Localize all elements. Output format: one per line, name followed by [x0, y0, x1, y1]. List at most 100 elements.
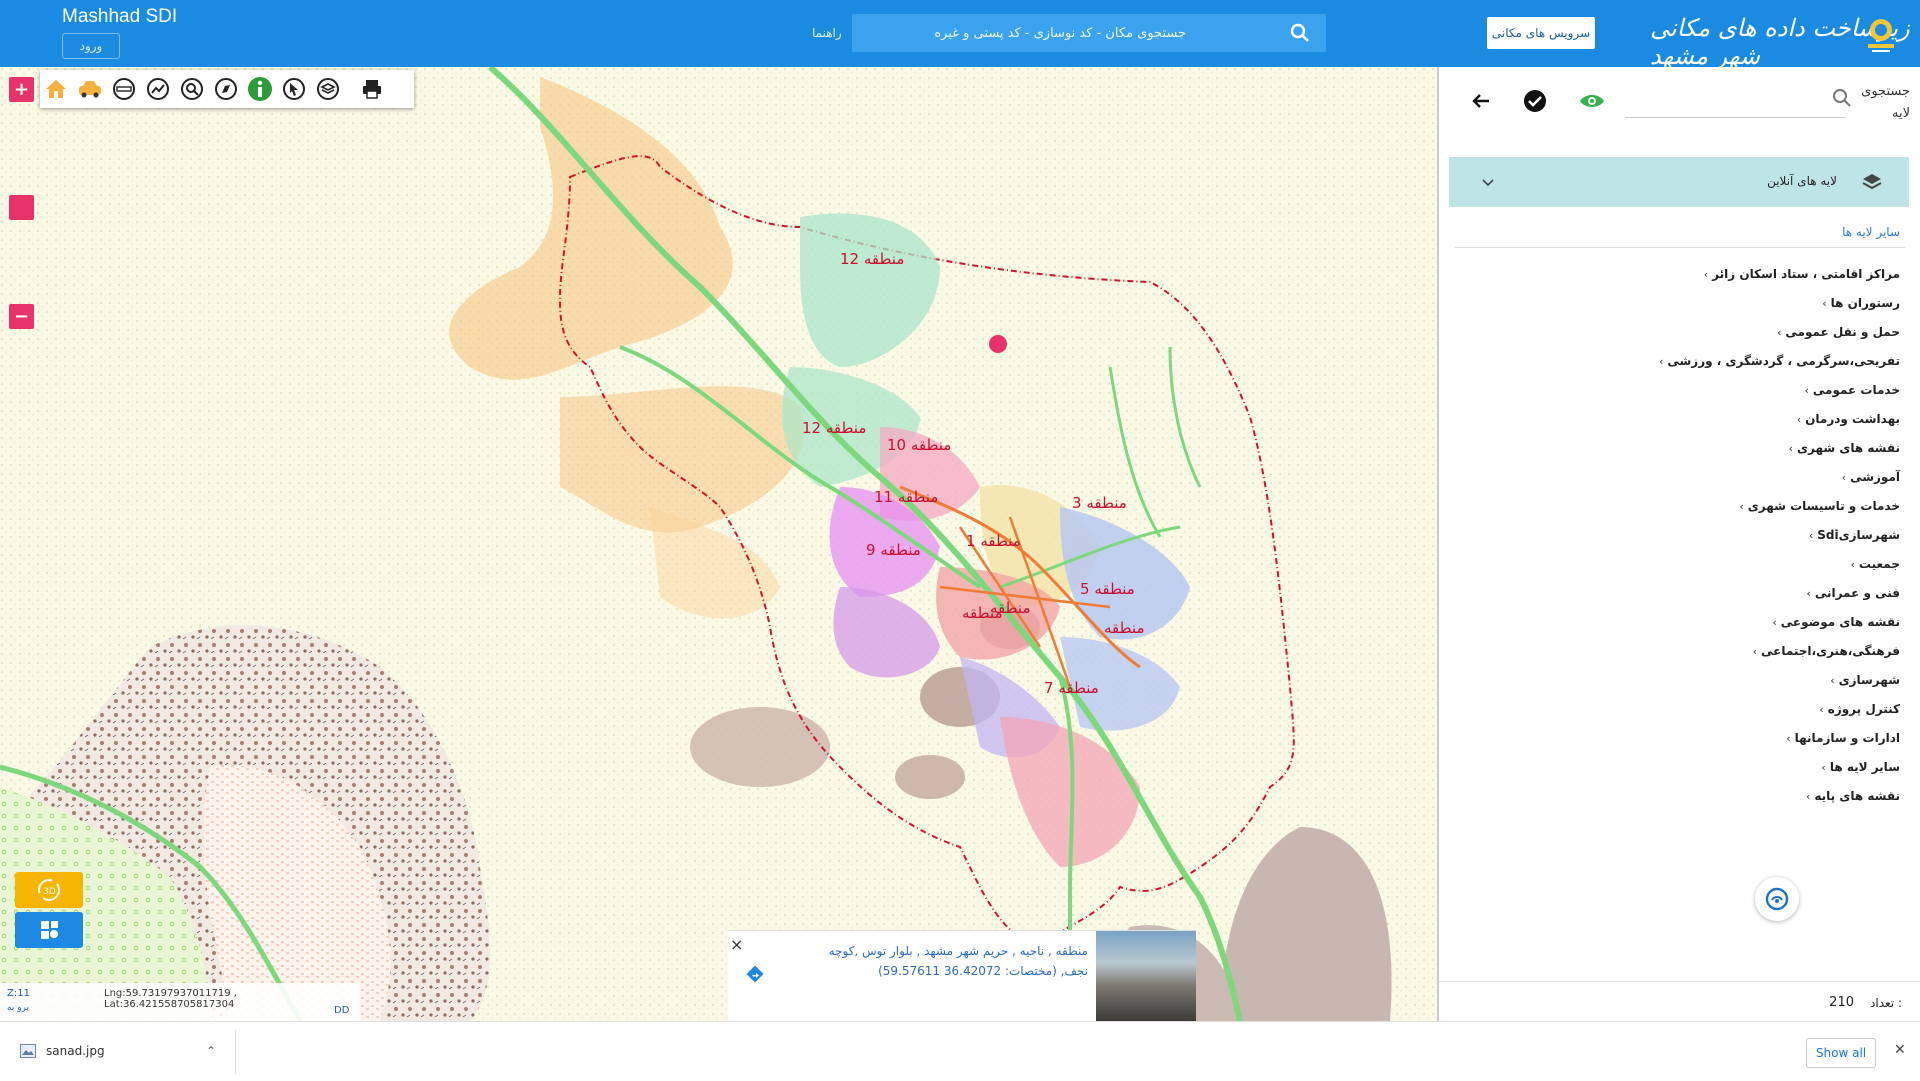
category-item[interactable]: نقشه های شهری › [1783, 441, 1900, 455]
category-item[interactable]: کنترل پروژه › [1814, 702, 1900, 716]
top-header: Mashhad SDI ورود راهنما جستجوی مکان - کد… [0, 0, 1920, 70]
zone-label: منطقه 12 [802, 419, 867, 437]
guide-link[interactable]: راهنما [812, 26, 842, 40]
spatial-services-button[interactable]: سرویس های مکانی [1487, 17, 1595, 49]
eye-icon[interactable] [1579, 91, 1605, 111]
chat-support-button[interactable] [1755, 877, 1799, 921]
fullscreen-button[interactable] [9, 195, 34, 220]
popup-line-2: نجف, (مختصات: 36.42072 59.57611) [878, 964, 1088, 978]
zone-label: منطقه 1 [966, 532, 1021, 550]
layer-search-label: جستجوی لایه [1861, 84, 1910, 121]
category-item[interactable]: نقشه های پایه › [1800, 789, 1900, 803]
category-item[interactable]: شهرسازیSdi › [1803, 528, 1900, 542]
chevron-right-icon: › [1739, 499, 1744, 513]
download-item[interactable]: sanad.jpg [20, 1044, 105, 1058]
coord-format-toggle[interactable]: DD [334, 1005, 349, 1016]
popup-line-1: منطقه , ناحیه , حریم شهر مشهد , بلوار تو… [828, 944, 1088, 958]
category-item[interactable]: مراکز اقامتی ، ستاد اسکان زائر › [1698, 267, 1900, 281]
show-all-button[interactable]: Show all [1806, 1038, 1876, 1068]
zone-label: منطقه 5 [1080, 580, 1135, 598]
street-view-icon [41, 921, 58, 939]
chevron-right-icon: › [1777, 325, 1782, 339]
download-bar: sanad.jpg ⌃ Show all ✕ [0, 1021, 1920, 1081]
chevron-down-icon[interactable] [1481, 175, 1495, 189]
map-toolbar [40, 70, 414, 108]
arrow-left-icon[interactable] [1469, 89, 1493, 113]
category-item[interactable]: خدمات عمومی › [1799, 383, 1901, 397]
info-icon[interactable] [246, 75, 274, 103]
divider [235, 1030, 236, 1074]
pointer-icon[interactable] [280, 75, 308, 103]
compass-icon[interactable] [212, 75, 240, 103]
layer-count-bar: تعداد : 210 [1439, 981, 1920, 1022]
other-layers-link[interactable]: سایر لایه ها [1842, 225, 1900, 239]
zone-label: منطقه [962, 604, 1003, 622]
zone-label: منطقه 10 [887, 436, 952, 454]
map-canvas[interactable]: منطقه 12 منطقه 12 منطقه 10 منطقه 11 منطق… [0, 67, 1437, 1021]
search-icon[interactable] [1831, 87, 1853, 109]
count-label: تعداد : [1870, 996, 1902, 1010]
measure-icon[interactable] [110, 75, 138, 103]
street-view-button[interactable] [15, 912, 83, 948]
category-item[interactable]: خدمات و تاسیسات شهری › [1734, 499, 1900, 513]
category-item[interactable]: بهداشت ودرمان › [1791, 412, 1900, 426]
category-item[interactable]: فنی و عمرانی › [1801, 586, 1900, 600]
online-layers-header[interactable]: لایه های آنلاین [1449, 157, 1909, 207]
chat-icon [1765, 887, 1789, 911]
chevron-right-icon: › [1808, 528, 1814, 542]
image-file-icon [20, 1044, 36, 1058]
zoom-out-button[interactable]: − [9, 304, 34, 329]
search-placeholder: جستجوی مکان - کد نوسازی - کد پستی و غیره [934, 26, 1186, 41]
popup-close-icon[interactable]: × [730, 935, 746, 954]
check-circle-icon[interactable] [1523, 89, 1547, 113]
category-item[interactable]: نقشه های موضوعی › [1767, 615, 1900, 629]
close-icon[interactable]: ✕ [1894, 1042, 1906, 1058]
map-graphics [0, 67, 1437, 1021]
zone-label: منطقه 12 [840, 250, 905, 268]
category-item[interactable]: حمل و نقل عمومی › [1771, 325, 1900, 339]
brand-title: Mashhad SDI [62, 6, 178, 27]
street-photo-thumbnail[interactable] [1096, 931, 1196, 1022]
print-icon[interactable] [358, 75, 386, 103]
zoom-in-button[interactable]: + [9, 77, 34, 102]
chevron-right-icon: › [1772, 615, 1777, 629]
chart-icon[interactable] [144, 75, 172, 103]
category-item[interactable]: تفریحی،سرگرمی ، گردشگری ، ورزشی › [1653, 354, 1900, 368]
3d-view-button[interactable]: 3D [15, 872, 83, 908]
category-item[interactable]: جمعیت › [1845, 557, 1900, 571]
chevron-right-icon: › [1822, 296, 1827, 310]
category-item[interactable]: ادارات و سازمانها › [1781, 731, 1900, 745]
chevron-right-icon: › [1841, 470, 1847, 484]
search-icon[interactable] [1290, 23, 1310, 43]
category-item[interactable]: رستوران ها › [1817, 296, 1900, 310]
svg-text:3D: 3D [43, 887, 56, 897]
popup-address: منطقه , ناحیه , حریم شهر مشهد , بلوار تو… [788, 941, 1088, 981]
chevron-right-icon: › [1805, 789, 1811, 803]
category-item[interactable]: سایر لایه ها › [1816, 760, 1900, 774]
chevron-right-icon: › [1703, 267, 1709, 281]
home-icon[interactable] [42, 75, 70, 103]
divider [1455, 247, 1905, 248]
layers-icon [1862, 174, 1882, 190]
login-button[interactable]: ورود [62, 33, 120, 59]
layer-search-input[interactable] [1625, 117, 1845, 118]
chevron-right-icon: › [1819, 702, 1824, 716]
category-item[interactable]: آموزشی › [1836, 470, 1900, 484]
directions-icon[interactable] [746, 965, 764, 983]
goto-link[interactable]: برو به [7, 1003, 29, 1013]
zone-label: منطقه 3 [1072, 494, 1127, 512]
chevron-right-icon: › [1830, 673, 1835, 687]
layers-icon[interactable] [314, 75, 342, 103]
category-item[interactable]: شهرسازی › [1825, 673, 1900, 687]
3d-rotate-icon: 3D [38, 879, 60, 901]
lng-lat-text: Lng:59.73197937011719 , Lat:36.421558705… [104, 988, 237, 1010]
place-search-box[interactable]: جستجوی مکان - کد نوسازی - کد پستی و غیره [852, 14, 1326, 52]
location-popup: × منطقه , ناحیه , حریم شهر مشهد , بلوار … [728, 930, 1196, 1022]
category-item[interactable]: فرهنگی،هنری،اجتماعی › [1747, 644, 1900, 658]
chevron-right-icon: › [1821, 760, 1826, 774]
zone-label: منطقه 11 [874, 488, 939, 506]
zone-label: منطقه 7 [1044, 679, 1099, 697]
search-zoom-icon[interactable] [178, 75, 206, 103]
taxi-icon[interactable] [76, 75, 104, 103]
chevron-up-icon[interactable]: ⌃ [206, 1044, 216, 1058]
